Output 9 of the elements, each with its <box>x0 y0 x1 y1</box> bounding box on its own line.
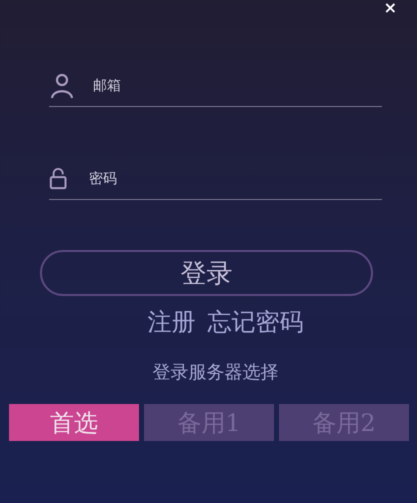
link[interactable]: 注册 <box>148 306 196 338</box>
close-button[interactable]: × <box>384 0 397 16</box>
server-button[interactable]: 首选 <box>9 404 139 441</box>
input-field[interactable]: 密码 <box>89 171 382 187</box>
user-icon <box>49 72 75 100</box>
server-select-label: 登录服务器选择 <box>152 361 280 384</box>
login-button[interactable]: 登录 <box>40 250 373 296</box>
link[interactable]: 忘记密码 <box>208 306 304 338</box>
input-field[interactable]: 邮箱 <box>93 78 382 94</box>
